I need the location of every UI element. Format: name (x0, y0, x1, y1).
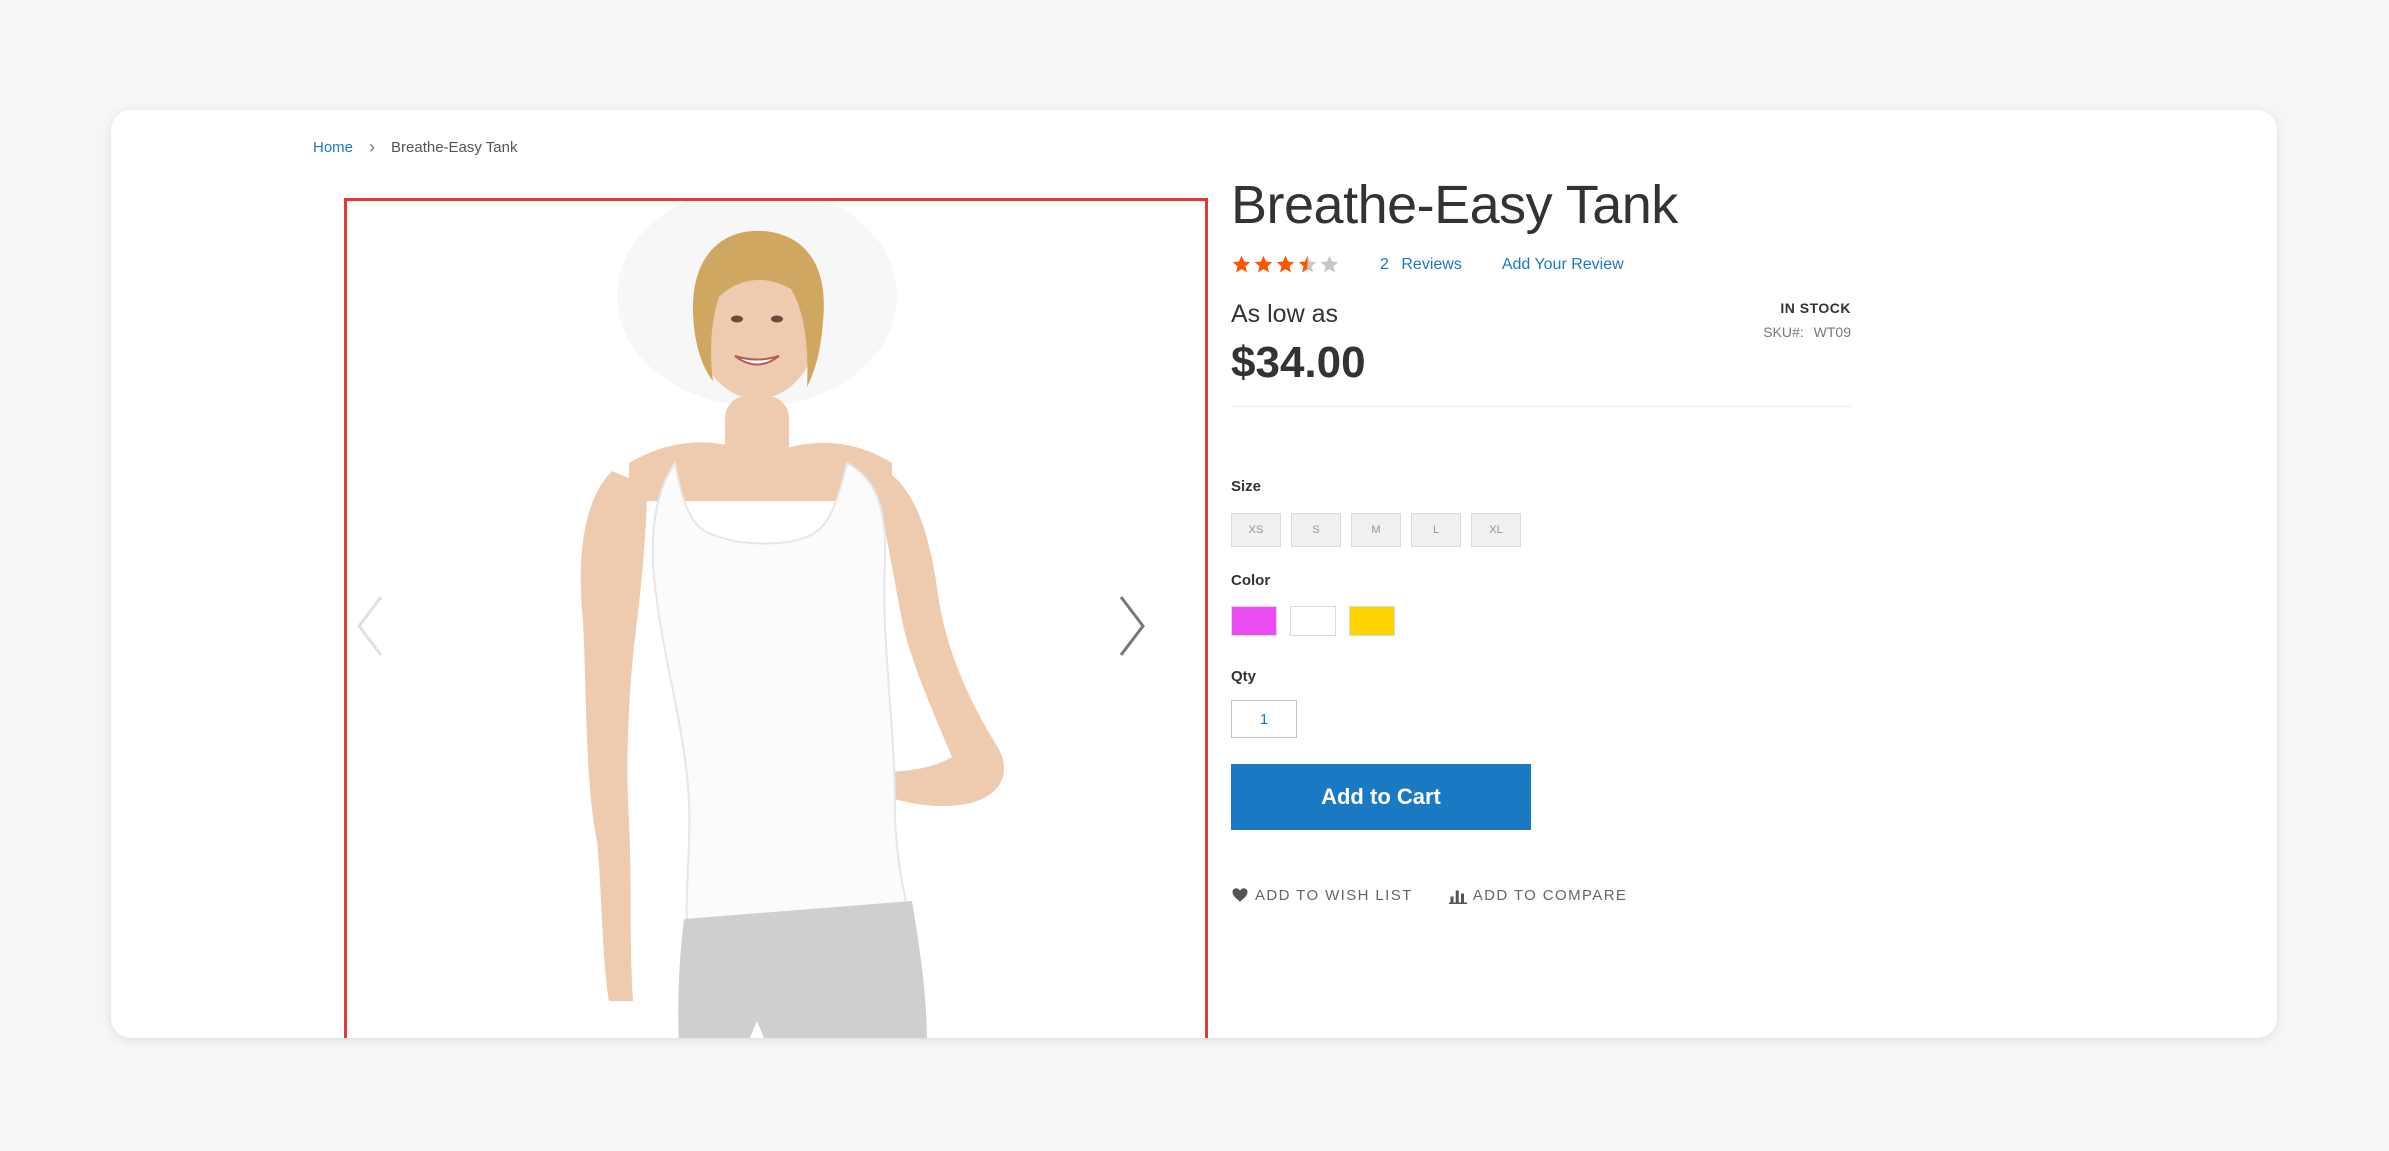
color-swatch[interactable] (1290, 606, 1336, 636)
heart-icon (1232, 888, 1248, 902)
rating-stars (1231, 254, 1340, 275)
size-option-s[interactable]: S (1291, 513, 1341, 547)
star-icon (1320, 255, 1339, 273)
star-icon (1232, 255, 1251, 273)
gallery-next-arrow[interactable] (1111, 591, 1151, 661)
product-title: Breathe-Easy Tank (1231, 175, 1678, 235)
add-to-wishlist-link[interactable]: ADD TO WISH LIST (1231, 886, 1413, 904)
breadcrumb-current: Breathe-Easy Tank (391, 139, 518, 156)
qty-label: Qty (1231, 668, 1257, 685)
breadcrumb-separator: › (369, 137, 376, 157)
reviews-count: 2 (1380, 255, 1389, 273)
breadcrumb: Home › Breathe-Easy Tank (313, 137, 517, 158)
breadcrumb-home-link[interactable]: Home (313, 139, 353, 156)
size-label: Size (1231, 478, 1262, 495)
size-option-xs[interactable]: XS (1231, 513, 1281, 547)
color-swatch[interactable] (1231, 606, 1277, 636)
add-to-compare-link[interactable]: ADD TO COMPARE (1448, 886, 1628, 904)
product-info: Breathe-Easy Tank 2 Reviews Add Your Rev… (1231, 110, 1851, 1038)
stock-sku-box: IN STOCK SKU#: WT09 (1763, 300, 1851, 340)
wishlist-label: ADD TO WISH LIST (1255, 886, 1413, 904)
color-label: Color (1231, 572, 1271, 589)
color-options (1231, 606, 1395, 636)
secondary-actions: ADD TO WISH LIST ADD TO COMPARE (1231, 886, 1627, 904)
product-photo (580, 201, 1005, 1038)
reviews-label: Reviews (1401, 255, 1462, 273)
color-swatch[interactable] (1349, 606, 1395, 636)
star-icon (1298, 255, 1317, 273)
rating-summary: 2 Reviews Add Your Review (1231, 254, 1624, 275)
product-page-card: Home › Breathe-Easy Tank Breathe-Easy Ta… (111, 110, 2277, 1038)
gallery-prev-arrow[interactable] (351, 591, 391, 661)
reviews-link[interactable]: 2 Reviews (1380, 256, 1462, 274)
add-to-cart-button[interactable]: Add to Cart (1231, 764, 1531, 830)
product-gallery[interactable] (344, 198, 1208, 1038)
size-option-l[interactable]: L (1411, 513, 1461, 547)
product-price: $34.00 (1231, 338, 1366, 387)
bar-chart-icon (1448, 890, 1467, 904)
add-review-link[interactable]: Add Your Review (1502, 256, 1624, 274)
compare-label: ADD TO COMPARE (1472, 886, 1628, 904)
qty-input[interactable] (1231, 700, 1297, 738)
sku-row: SKU#: WT09 (1763, 324, 1851, 340)
size-options: XS S M L XL (1231, 513, 1521, 547)
sku-label: SKU#: (1763, 324, 1804, 340)
star-icon (1276, 255, 1295, 273)
size-option-xl[interactable]: XL (1471, 513, 1521, 547)
size-option-m[interactable]: M (1351, 513, 1401, 547)
stock-status: IN STOCK (1780, 300, 1851, 316)
price-prefix: As low as (1231, 300, 1338, 328)
sku-value: WT09 (1813, 324, 1851, 340)
divider (1231, 406, 1851, 407)
star-icon (1254, 255, 1273, 273)
